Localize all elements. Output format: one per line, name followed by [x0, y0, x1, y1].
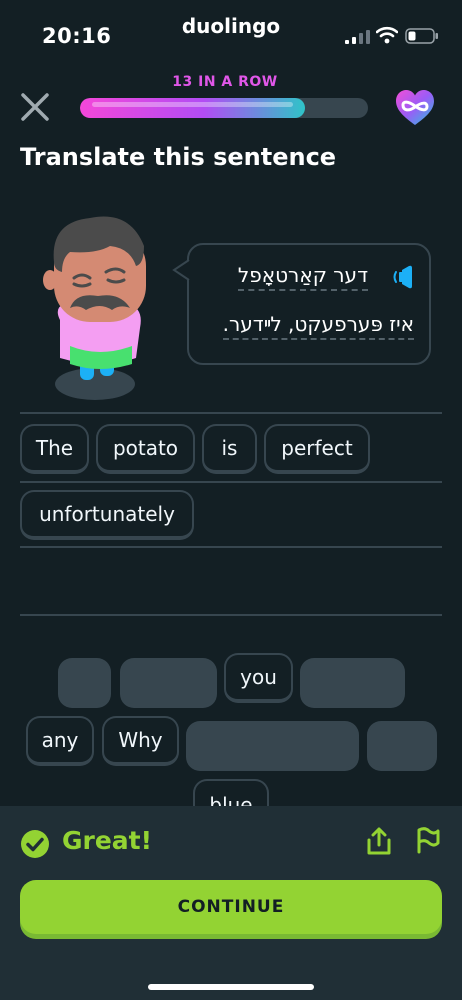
check-circle-icon: [21, 830, 49, 858]
signal-icon: [345, 30, 370, 44]
share-icon[interactable]: [365, 826, 393, 856]
lesson-progress-bar: [80, 98, 368, 118]
word-bank-chip[interactable]: you: [224, 653, 293, 703]
wifi-icon: [376, 26, 398, 44]
speaker-icon[interactable]: [390, 264, 416, 290]
answer-word-chip[interactable]: perfect: [264, 424, 370, 474]
word-bank-slot-empty: [186, 721, 359, 771]
feedback-message: Great!: [62, 826, 153, 855]
foreign-sentence-line-1: דער קאַרטאָפל: [200, 263, 368, 291]
word-bank-slot-empty: [367, 721, 437, 771]
answer-word-chip[interactable]: potato: [96, 424, 195, 474]
home-indicator: [148, 984, 314, 990]
answer-line: [20, 412, 442, 414]
word-bank-chip[interactable]: any: [26, 716, 94, 766]
speech-bubble-tail: [172, 259, 192, 281]
continue-button[interactable]: CONTINUE: [20, 880, 442, 934]
word-bank-slot-empty: [300, 658, 405, 708]
page-title: Translate this sentence: [20, 143, 337, 171]
answer-line: [20, 614, 442, 616]
character-illustration: [43, 216, 146, 400]
speech-bubble: [187, 243, 431, 365]
answer-word-chip[interactable]: is: [202, 424, 257, 474]
battery-icon: [405, 28, 438, 44]
answer-line: [20, 546, 442, 548]
word-bank-slot-empty: [120, 658, 217, 708]
answer-line: [20, 481, 442, 483]
answer-word-chip[interactable]: unfortunately: [20, 490, 194, 540]
streak-label: 13 IN A ROW: [172, 74, 278, 90]
flag-icon[interactable]: [415, 826, 441, 854]
word-bank-chip[interactable]: Why: [102, 716, 179, 766]
foreign-sentence-line-2: איז פּערפעקט, לײדער.: [200, 312, 414, 340]
progress-fill: [80, 98, 305, 118]
close-icon[interactable]: [18, 90, 52, 124]
word-bank-slot-empty: [58, 658, 111, 708]
heart-infinity-icon[interactable]: [394, 88, 436, 128]
answer-word-chip[interactable]: The: [20, 424, 89, 474]
